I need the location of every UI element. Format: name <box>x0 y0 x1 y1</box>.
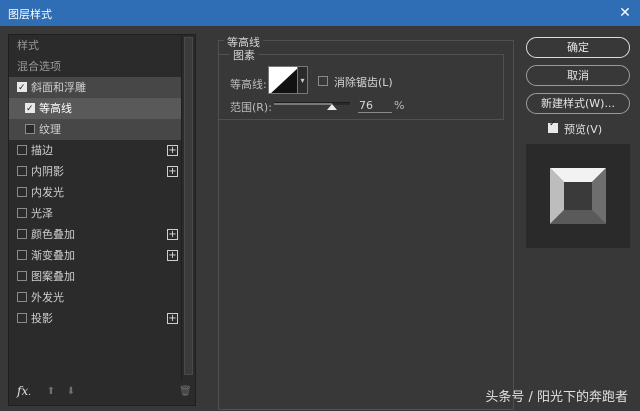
window-title: 图层样式 <box>8 8 52 21</box>
add-effect-icon[interactable]: + <box>167 250 178 261</box>
style-item-checkbox[interactable] <box>17 78 27 99</box>
range-slider-fill <box>274 103 332 105</box>
style-item[interactable]: 斜面和浮雕 <box>9 77 182 99</box>
style-item-checkbox[interactable] <box>25 99 35 120</box>
range-unit: % <box>394 99 405 112</box>
contour-swatch[interactable] <box>268 66 298 94</box>
style-item-label: 投影 <box>31 312 53 325</box>
style-item-label: 颜色叠加 <box>31 228 75 241</box>
style-item-label: 内阴影 <box>31 165 64 178</box>
elements-subgroup-title: 图素 <box>230 47 258 63</box>
range-input[interactable]: 76 <box>358 99 392 113</box>
preview-checkbox[interactable] <box>548 119 558 133</box>
anti-alias-checkbox[interactable] <box>318 76 328 86</box>
style-preview <box>526 144 630 248</box>
style-item-checkbox[interactable] <box>17 145 27 155</box>
new-style-button[interactable]: 新建样式(W)... <box>526 93 630 114</box>
style-item[interactable]: 投影 + <box>9 308 182 329</box>
style-list-panel: 样式混合选项斜面和浮雕等高线纹理描边 + 内阴影 + 内发光光泽颜色叠加 + 渐变叠加 + 图案… <box>8 34 196 406</box>
style-item-checkbox[interactable] <box>25 124 35 134</box>
style-item[interactable]: 内发光 <box>9 182 182 203</box>
add-effect-icon[interactable]: + <box>167 229 178 240</box>
title-bar: 图层样式 ✕ <box>0 0 640 26</box>
style-item-label: 等高线 <box>39 102 72 115</box>
move-down-icon[interactable]: ⬇ <box>65 386 77 398</box>
ok-button[interactable]: 确定 <box>526 37 630 58</box>
range-slider-thumb[interactable] <box>326 104 337 110</box>
scrollbar[interactable] <box>181 35 195 380</box>
style-item-label: 斜面和浮雕 <box>31 81 86 94</box>
trash-icon[interactable]: 🗑 <box>179 386 192 397</box>
style-item[interactable]: 渐变叠加 + <box>9 245 182 266</box>
style-list-toolbar: fx. ⬆ ⬇ 🗑 <box>9 379 195 405</box>
style-item-label: 内发光 <box>31 186 64 199</box>
close-icon[interactable]: ✕ <box>610 0 640 26</box>
style-item-label: 描边 <box>31 144 53 157</box>
add-effect-icon[interactable]: + <box>167 145 178 156</box>
range-slider[interactable] <box>274 102 350 105</box>
style-item-checkbox[interactable] <box>17 208 27 218</box>
style-item[interactable]: 图案叠加 <box>9 266 182 287</box>
style-item-label: 样式 <box>17 39 39 52</box>
contour-label: 等高线: <box>230 78 267 91</box>
style-item-checkbox[interactable] <box>17 292 27 302</box>
style-item-checkbox[interactable] <box>17 271 27 281</box>
style-item[interactable]: 纹理 <box>9 119 182 140</box>
anti-alias-label: 消除锯齿(L) <box>334 76 393 89</box>
preview-label: 预览(V) <box>564 123 603 136</box>
style-item[interactable]: 内阴影 + <box>9 161 182 182</box>
fx-icon[interactable]: fx. <box>17 384 31 398</box>
style-item-label: 图案叠加 <box>31 270 75 283</box>
style-item-label: 混合选项 <box>17 60 61 73</box>
style-list: 样式混合选项斜面和浮雕等高线纹理描边 + 内阴影 + 内发光光泽颜色叠加 + 渐变叠加 + 图案… <box>9 35 182 329</box>
style-item-checkbox[interactable] <box>17 250 27 260</box>
style-item-checkbox[interactable] <box>17 313 27 323</box>
cancel-button[interactable]: 取消 <box>526 65 630 86</box>
contour-curve-icon <box>271 68 297 93</box>
watermark-text: 头条号 / 阳光下的奔跑者 <box>485 390 628 405</box>
move-up-icon[interactable]: ⬆ <box>45 386 57 398</box>
contour-dropdown-button[interactable]: ▾ <box>298 66 308 94</box>
style-item-label: 渐变叠加 <box>31 249 75 262</box>
add-effect-icon[interactable]: + <box>167 313 178 324</box>
style-item-label: 光泽 <box>31 207 53 220</box>
range-label: 范围(R): <box>230 101 272 114</box>
scrollbar-thumb[interactable] <box>184 37 193 375</box>
style-item-label: 外发光 <box>31 291 64 304</box>
style-item[interactable]: 混合选项 <box>9 56 182 77</box>
style-item-checkbox[interactable] <box>17 187 27 197</box>
style-item-checkbox[interactable] <box>17 166 27 176</box>
style-item[interactable]: 等高线 <box>9 98 182 120</box>
style-item[interactable]: 样式 <box>9 35 182 56</box>
style-item[interactable]: 外发光 <box>9 287 182 308</box>
style-item[interactable]: 颜色叠加 + <box>9 224 182 245</box>
style-item[interactable]: 描边 + <box>9 140 182 161</box>
add-effect-icon[interactable]: + <box>167 166 178 177</box>
style-item-checkbox[interactable] <box>17 229 27 239</box>
style-item[interactable]: 光泽 <box>9 203 182 224</box>
style-item-label: 纹理 <box>39 123 61 136</box>
bevel-preview-icon <box>550 168 606 224</box>
